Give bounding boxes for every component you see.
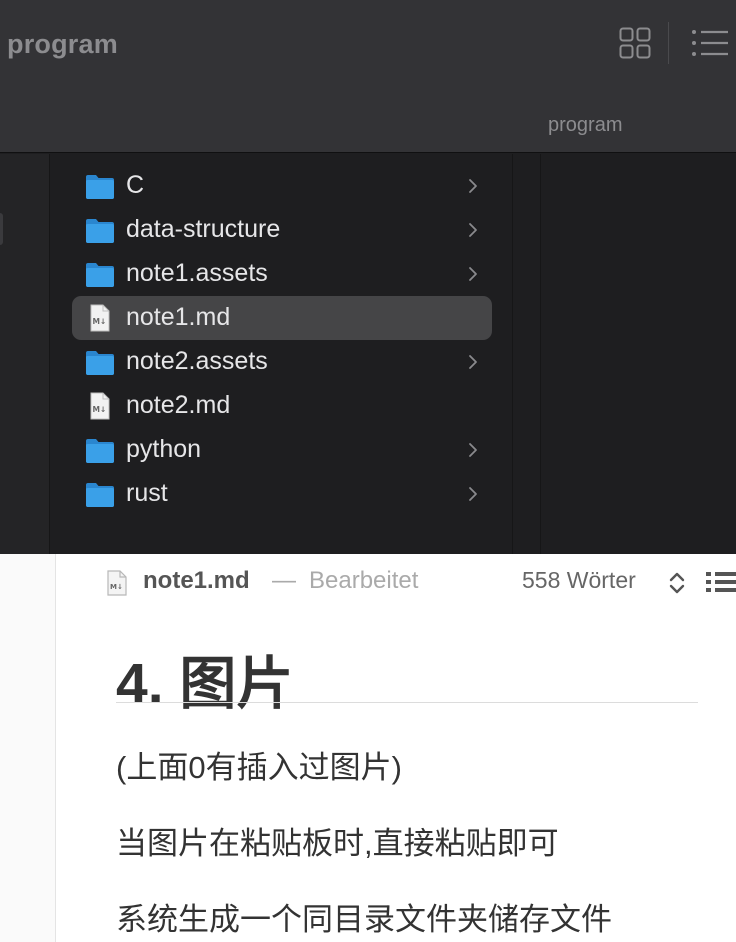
word-count[interactable]: 558 Wörter — [522, 567, 636, 594]
paragraph[interactable]: (上面0有插入过图片) — [116, 742, 402, 787]
file-name: data-structure — [126, 215, 281, 243]
chevron-right-icon — [468, 265, 478, 283]
chevron-updown-icon[interactable] — [667, 569, 687, 597]
file-row[interactable]: M↓ note1.md — [72, 296, 492, 340]
file-name: note1.md — [126, 303, 231, 331]
finder-sidebar — [0, 154, 50, 554]
file-row[interactable]: M↓ note2.md — [72, 384, 492, 428]
chevron-right-icon — [468, 485, 478, 503]
file-name: note2.assets — [126, 347, 268, 375]
file-row[interactable]: python — [72, 428, 492, 472]
finder-window: program program Cdata-structure note1.as… — [0, 0, 736, 554]
chevron-right-icon — [468, 441, 478, 459]
document-name[interactable]: note1.md — [143, 567, 250, 595]
paragraph[interactable]: 系统生成一个同目录文件夹储存文件 — [116, 894, 612, 939]
grid-view-icon[interactable] — [618, 26, 652, 60]
file-name: C — [126, 171, 145, 199]
file-row[interactable]: rust — [72, 472, 492, 516]
heading-underline — [116, 702, 698, 703]
file-row[interactable]: data-structure — [72, 208, 492, 252]
window-title: program — [7, 29, 118, 59]
folder-icon — [85, 172, 115, 200]
file-row[interactable]: note2.assets — [72, 340, 492, 384]
path-label: program — [548, 114, 623, 136]
outline-list-icon[interactable] — [705, 571, 736, 593]
editor-window: M↓ note1.md — Bearbeitet 558 Wörter 4. 图… — [0, 554, 736, 942]
markdown-file-icon: M↓ — [85, 304, 115, 332]
file-row[interactable]: note1.assets — [72, 252, 492, 296]
finder-column-preview-gap — [513, 154, 541, 554]
file-list: Cdata-structure note1.assets M↓ note1.md not… — [72, 164, 492, 516]
paragraph[interactable]: 当图片在粘贴板时,直接粘贴即可 — [116, 818, 559, 863]
svg-text:M↓: M↓ — [110, 583, 123, 591]
file-row[interactable]: C — [72, 164, 492, 208]
toolbar-divider — [668, 22, 669, 64]
file-name: python — [126, 435, 202, 463]
folder-icon — [85, 480, 115, 508]
folder-icon — [85, 436, 115, 464]
document-status: Bearbeitet — [309, 567, 419, 594]
file-name: rust — [126, 479, 168, 507]
markdown-file-icon: M↓ — [85, 392, 115, 420]
chevron-right-icon — [468, 221, 478, 239]
svg-text:M↓: M↓ — [93, 317, 107, 326]
chevron-right-icon — [468, 177, 478, 195]
title-separator: — — [272, 567, 296, 594]
section-heading[interactable]: 4. 图片 — [116, 638, 293, 720]
finder-column-preview — [541, 154, 736, 554]
chevron-right-icon — [468, 353, 478, 371]
markdown-file-icon: M↓ — [106, 570, 128, 596]
folder-icon — [85, 260, 115, 288]
sidebar-selection — [0, 213, 3, 245]
folder-icon — [85, 216, 115, 244]
list-view-icon[interactable] — [690, 26, 730, 60]
finder-toolbar: program program — [0, 0, 736, 153]
editor-sidebar — [0, 554, 56, 942]
folder-icon — [85, 348, 115, 376]
file-name: note1.assets — [126, 259, 268, 287]
svg-text:M↓: M↓ — [93, 405, 107, 414]
file-name: note2.md — [126, 391, 231, 419]
